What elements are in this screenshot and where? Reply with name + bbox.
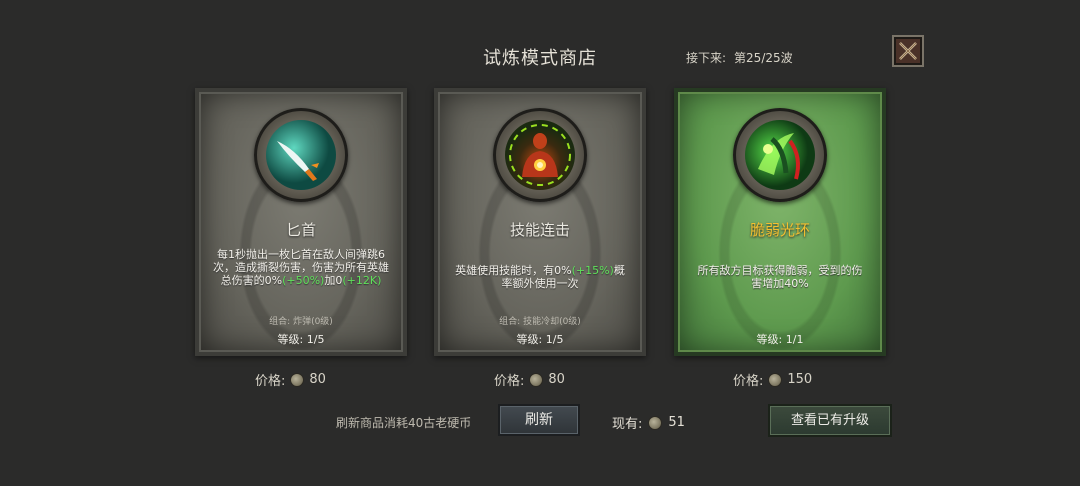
price-label: 价格:	[733, 374, 764, 389]
card-level: 等级: 1/5	[516, 333, 564, 346]
skill-combo-medal	[493, 108, 587, 202]
card-description: 英雄使用技能时，有0%(+15%)概率额外使用一次	[450, 264, 630, 290]
owned-value: 51	[668, 415, 685, 430]
desc-highlight: (+15%)	[571, 264, 614, 277]
card-description: 所有敌方目标获得脆弱，受到的伤害增加40%	[697, 264, 863, 290]
dagger-medal	[254, 108, 348, 202]
coin-icon	[648, 415, 663, 430]
card-name: 匕首	[285, 221, 316, 239]
skill-combo-icon	[505, 120, 575, 190]
card-price: 价格: 80	[494, 370, 565, 389]
desc-highlight: (+12K)	[342, 274, 382, 287]
wave-label: 接下来:	[686, 51, 727, 65]
card-name: 技能连击	[509, 221, 570, 239]
card-combo: 组合: 炸弹(0级)	[269, 317, 333, 327]
coin-icon	[290, 372, 305, 387]
dagger-icon	[266, 120, 336, 190]
card-level: 等级: 1/1	[756, 333, 804, 346]
shop-card-dagger[interactable]: 匕首 每1秒抛出一枚匕首在敌人间弹跳6次，造成撕裂伤害，伤害为所有英雄总伤害的0…	[195, 88, 407, 356]
card-price: 价格: 150	[733, 370, 812, 389]
coin-icon	[529, 372, 544, 387]
owned-label: 现有:	[612, 417, 643, 432]
shop-card-fragile-aura[interactable]: 脆弱光环 所有敌方目标获得脆弱，受到的伤害增加40% 等级: 1/1	[674, 88, 886, 356]
desc-text: 英雄使用技能时，有0%	[455, 264, 572, 277]
price-value: 150	[787, 372, 813, 387]
owned-coins: 现有: 51	[612, 413, 685, 432]
desc-highlight: (+50%)	[282, 274, 325, 287]
price-value: 80	[309, 372, 326, 387]
price-value: 80	[548, 372, 565, 387]
wave-indicator: 接下来: 第25/25波	[686, 49, 793, 66]
shop-card-skill-combo[interactable]: 技能连击 英雄使用技能时，有0%(+15%)概率额外使用一次 组合: 技能冷却(…	[434, 88, 646, 356]
card-price: 价格: 80	[255, 370, 326, 389]
close-button[interactable]	[892, 35, 924, 67]
close-x-icon	[899, 42, 917, 60]
desc-text: 加0	[324, 274, 343, 287]
card-name: 脆弱光环	[749, 221, 810, 239]
view-upgrades-button[interactable]: 查看已有升级	[768, 404, 892, 437]
refresh-button[interactable]: 刷新	[498, 404, 580, 436]
price-label: 价格:	[255, 374, 286, 389]
price-label: 价格:	[494, 374, 525, 389]
coin-icon	[768, 372, 783, 387]
fragile-aura-icon	[745, 120, 815, 190]
card-description: 每1秒抛出一枚匕首在敌人间弹跳6次，造成撕裂伤害，伤害为所有英雄总伤害的0%(+…	[211, 248, 391, 287]
card-combo: 组合: 技能冷却(0级)	[499, 317, 581, 327]
refresh-cost-text: 刷新商品消耗40古老硬币	[336, 416, 472, 430]
shop-title: 试炼模式商店	[483, 48, 597, 69]
card-level: 等级: 1/5	[277, 333, 325, 346]
fragile-aura-medal	[733, 108, 827, 202]
wave-value: 第25/25波	[734, 51, 793, 65]
